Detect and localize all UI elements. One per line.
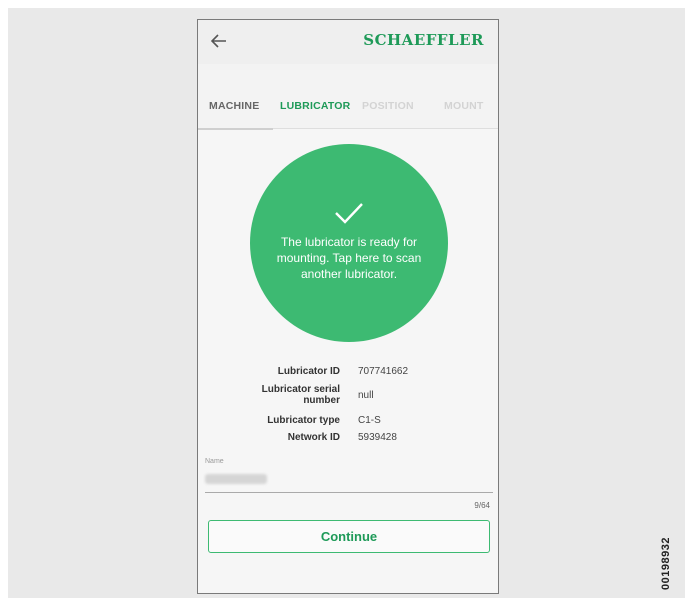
name-input[interactable]	[205, 474, 267, 484]
brand-logo: SCHAEFFLER	[363, 31, 484, 49]
detail-label: Network ID	[287, 432, 340, 443]
arrow-left-icon[interactable]	[208, 30, 230, 52]
check-icon	[335, 203, 363, 224]
document-id: 00198932	[660, 537, 672, 590]
character-counter: 9/64	[474, 501, 490, 510]
tab-lubricator[interactable]: LUBRICATOR	[280, 100, 350, 112]
tab-machine[interactable]: MACHINE	[209, 100, 259, 112]
step-tabs: MACHINE LUBRICATOR POSITION MOUNT	[198, 64, 498, 130]
continue-button[interactable]: Continue	[208, 520, 490, 553]
tab-position[interactable]: POSITION	[362, 100, 414, 112]
phone-screen: SCHAEFFLER MACHINE LUBRICATOR POSITION M…	[197, 19, 499, 594]
ready-status-button[interactable]: The lubricator is ready for mounting. Ta…	[250, 144, 448, 342]
detail-value: 5939428	[358, 432, 397, 443]
status-message: The lubricator is ready for mounting. Ta…	[276, 235, 422, 281]
name-field-underline	[205, 492, 493, 493]
name-field-label: Name	[205, 458, 224, 465]
detail-label: Lubricator type	[267, 415, 340, 426]
detail-label: Lubricator ID	[277, 366, 340, 377]
arrow-left-icon-glyph	[211, 34, 226, 48]
detail-value: C1-S	[358, 415, 381, 426]
detail-value: null	[358, 390, 374, 401]
detail-value: 707741662	[358, 366, 409, 377]
tab-mount[interactable]: MOUNT	[444, 100, 484, 112]
detail-label: Lubricator serial number	[261, 384, 340, 406]
tab-indicator	[198, 128, 273, 130]
app-bar: SCHAEFFLER	[198, 20, 498, 64]
